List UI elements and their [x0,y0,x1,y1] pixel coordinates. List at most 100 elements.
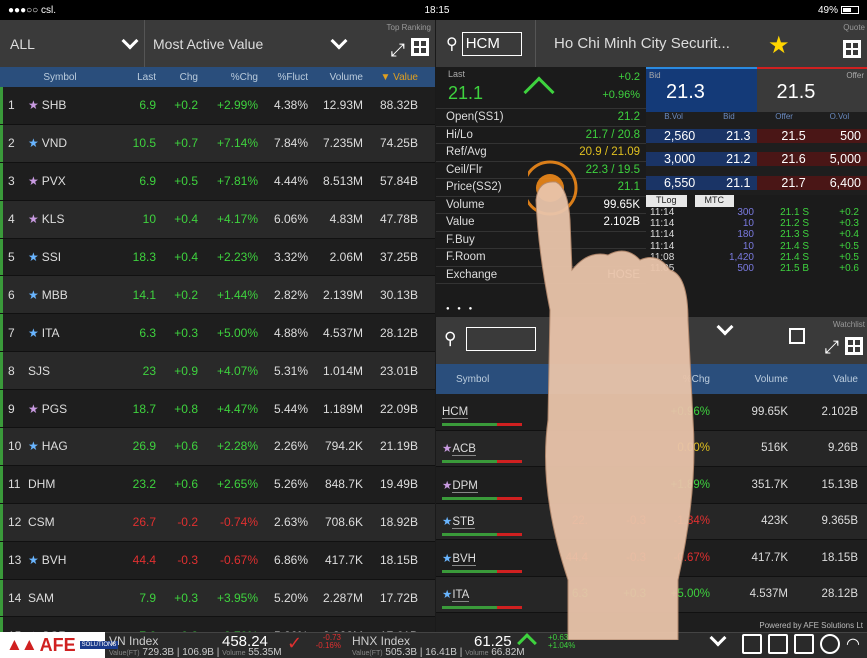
value: 22.09B [379,401,418,416]
watchlist-search-input[interactable] [466,327,536,351]
table-row[interactable]: 13 ★ BVH 44.4 -0.3 -0.67% 6.86% 417.7K 18.15B [0,541,435,580]
table-row[interactable]: 10 ★ HAG 26.9 +0.6 +2.28% 2.26% 794.2K 21.19B [0,428,435,466]
symbol-cell: SAM [22,591,120,605]
detail-row: F.Buy [436,232,646,249]
watchlist-row[interactable]: HCM +0.96% 99.65K 2.102B [436,394,867,431]
row-indicator [0,465,3,503]
star-icon[interactable]: ★ [28,136,39,150]
vn-index[interactable]: VN Index 458.24 ✓ -0.73 -0.16% Value(FT)… [105,632,345,658]
trade-volume: 500 [737,262,754,274]
star-icon[interactable]: ★ [28,402,39,416]
range-bar-down [497,496,522,500]
page-indicator[interactable]: ● ● ● [446,306,475,312]
grid-icon[interactable] [411,38,429,56]
volume: 2.287M [322,591,363,606]
trade-price: 21.2 S [780,218,809,230]
rank-number: 14 [8,591,22,606]
value: 37.25B [379,250,418,264]
watchlist-row[interactable]: ★DPM +1.89% 351.7K 15.13B [436,467,867,504]
star-icon[interactable]: ★ [28,326,39,340]
grid-icon[interactable] [843,40,861,58]
star-icon[interactable]: ★ [28,212,39,226]
symbol-cell: SJS [22,364,120,378]
table-row[interactable]: 9 ★ PGS 18.7 +0.8 +4.47% 5.44% 1.189M 22.09B [0,390,435,429]
volume: 2.06M [329,250,363,264]
best-bid: Bid 21.3 [646,67,757,112]
symbol-search-input[interactable]: HCM [461,31,522,56]
tab-tlog[interactable]: TLog [646,195,687,207]
change: +0.2 [174,287,198,302]
last-price: 44.4 [565,551,588,564]
star-icon[interactable]: ★ [442,443,452,455]
table-row[interactable]: 3 ★ PVX 6.9 +0.5 +7.81% 4.44% 8.513M 57.84B [0,162,435,201]
star-icon[interactable]: ★ [28,553,39,567]
chevron-down-icon[interactable] [716,318,734,336]
detail-row: Ceil/Flr 22.3 / 19.5 [436,162,646,179]
quote-header: ⚲ HCM Ho Chi Minh City Securit... ★ Quote [436,20,867,67]
table-row[interactable]: 12 CSM 26.7 -0.2 -0.74% 2.63% 708.6K 18.92B [0,503,435,542]
list-icon[interactable] [742,634,762,654]
star-icon[interactable]: ★ [28,439,39,453]
tab-mtc[interactable]: MTC [694,195,735,207]
last-price: 10.5 [132,136,156,151]
star-icon[interactable]: ★ [442,589,452,601]
quote-detail: Last 21.1 +0.2 +0.96% Open(SS1) 21.2 Hi/Lo… [436,67,646,316]
change-pct: +2.28% [216,439,258,454]
detail-value: 22.3 / 19.5 [585,163,640,176]
table-row[interactable]: 1 ★ SHB 6.9 +0.2 +2.99% 4.38% 12.93M 88.32B [0,87,435,125]
wifi-icon[interactable]: ◠ [846,634,860,654]
trade-time: 11:14 [650,229,675,241]
order-book: Bid 21.3 Offer 21.5 B.Vol Bid Offer O.Vol 2,5… [646,67,867,195]
change-pct: -1.34% [673,515,710,528]
quote-panel: ⚲ HCM Ho Chi Minh City Securit... ★ Quote… [436,20,867,316]
last-price: 6.3 [572,588,588,601]
box-icon[interactable] [768,634,788,654]
star-icon[interactable]: ★ [28,174,39,188]
table-row[interactable]: 8 SJS 23 +0.9 +4.07% 5.31% 1.014M 23.01B [0,352,435,391]
favorite-star-icon[interactable]: ★ [768,31,790,60]
rank-number: 13 [8,553,22,568]
star-icon[interactable]: ★ [28,250,39,264]
change-pct: -0.67% [219,553,258,568]
star-icon[interactable]: ★ [442,516,452,528]
rank-number: 3 [8,174,15,189]
last-price: 10 [142,212,156,227]
edit-icon[interactable] [789,328,805,344]
detail-row: Value 2.102B [436,214,646,232]
expand-icon[interactable]: ⤢ [825,337,839,358]
trade-price: 21.3 S [780,229,809,241]
down-arrow-icon: ✓ [287,633,303,653]
rank-number: 1 [8,98,15,113]
star-icon[interactable]: ★ [442,553,452,565]
table-row[interactable]: 7 ★ ITA 6.3 +0.3 +5.00% 4.88% 4.537M 28.12B [0,314,435,353]
search-icon[interactable]: ⚲ [446,34,458,54]
hnx-index[interactable]: HNX Index 61.25 +0.63 +1.04% Value(FT) 5… [348,632,598,658]
table-row[interactable]: 5 ★ SSI 18.3 +0.4 +2.23% 3.32% 2.06M 37.25B [0,238,435,277]
table-row[interactable]: 2 ★ VND 10.5 +0.7 +7.14% 7.84% 7.235M 74.25B [0,124,435,163]
expand-icon[interactable]: ⤢ [391,40,405,61]
watchlist-row[interactable]: ★ACB 0.00% 516K 9.26B [436,430,867,467]
market-filter-dropdown[interactable]: ALL [0,20,145,67]
volume: 4.83M [329,212,363,227]
grid-icon[interactable] [845,337,863,355]
star-icon[interactable]: ★ [28,288,39,302]
star-icon[interactable]: ★ [442,480,452,492]
detail-label: Exchange [446,268,498,281]
value: 17.72B [379,591,418,606]
gear-icon[interactable] [820,634,840,654]
search-icon[interactable]: ⚲ [444,329,456,349]
watchlist-row[interactable]: ★BVH 44.4 -0.3 -0.67% 417.7K 18.15B [436,540,867,577]
change-pct: +2.99% [216,98,258,113]
watchlist-row[interactable]: ★ITA 6.3 +0.3 +5.00% 4.537M 28.12B [436,576,867,613]
last-price: 7.9 [139,591,156,606]
symbol-label: DHM [28,477,56,492]
price-change-pct: +0.96% [602,89,640,101]
fluctuation: 4.38% [273,98,308,113]
table-row[interactable]: 11 DHM 23.2 +0.6 +2.65% 5.26% 848.7K 19.49B [0,465,435,504]
layout-icon[interactable] [794,634,814,654]
star-icon[interactable]: ★ [28,98,39,112]
table-row[interactable]: 4 ★ KLS 10 +0.4 +4.17% 6.06% 4.83M 47.78B [0,200,435,239]
table-row[interactable]: 6 ★ MBB 14.1 +0.2 +1.44% 2.82% 2.139M 30.13B [0,276,435,315]
table-row[interactable]: 14 SAM 7.9 +0.3 +3.95% 5.20% 2.287M 17.72B [0,579,435,618]
watchlist-row[interactable]: ★STB 22. -0.3 -1.34% 423K 9.365B [436,503,867,540]
